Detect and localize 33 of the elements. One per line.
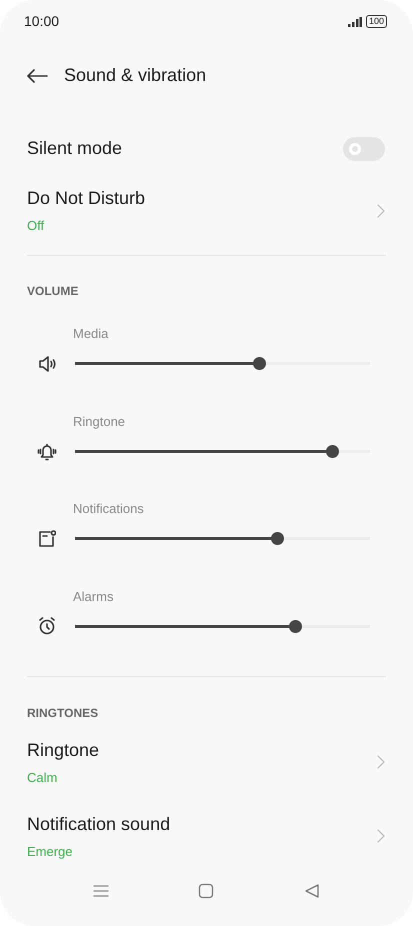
chevron-right-icon: [377, 829, 385, 844]
volume-slider[interactable]: [75, 444, 370, 458]
speaker-icon: [38, 354, 56, 373]
signal-icon: [348, 16, 362, 27]
setting-label: Ringtone: [27, 739, 100, 762]
page-title: Sound & vibration: [64, 64, 206, 88]
status-time: 10:00: [24, 12, 60, 32]
slider-label: Alarms: [72, 588, 114, 606]
home-icon[interactable]: [198, 883, 214, 900]
section-heading: VOLUME: [26, 283, 80, 300]
back-nav-icon[interactable]: [304, 883, 320, 900]
volume-slider[interactable]: [75, 620, 370, 633]
setting-value: Calm: [27, 769, 58, 788]
slider-label: Ringtone: [72, 412, 126, 431]
setting-label: Silent mode: [27, 137, 122, 160]
setting-label: Do Not Disturb: [27, 187, 146, 210]
toggle-switch[interactable]: [343, 136, 385, 161]
volume-slider[interactable]: [75, 532, 370, 546]
chevron-right-icon: [377, 204, 385, 218]
notification-card-icon: [38, 530, 56, 548]
bell-icon: [37, 442, 57, 461]
chevron-right-icon: [377, 755, 385, 770]
alarm-clock-icon: [38, 617, 56, 636]
volume-slider[interactable]: [75, 357, 370, 370]
setting-label: Notification sound: [27, 812, 170, 836]
back-icon[interactable]: [26, 68, 48, 83]
slider-label: Media: [72, 325, 110, 344]
setting-value: Emerge: [27, 842, 74, 861]
slider-label: Notifications: [72, 500, 145, 518]
section-heading: RINGTONES: [26, 705, 100, 722]
setting-value: Off: [27, 217, 46, 236]
menu-icon[interactable]: [92, 884, 109, 898]
battery-indicator: 100: [366, 15, 387, 28]
